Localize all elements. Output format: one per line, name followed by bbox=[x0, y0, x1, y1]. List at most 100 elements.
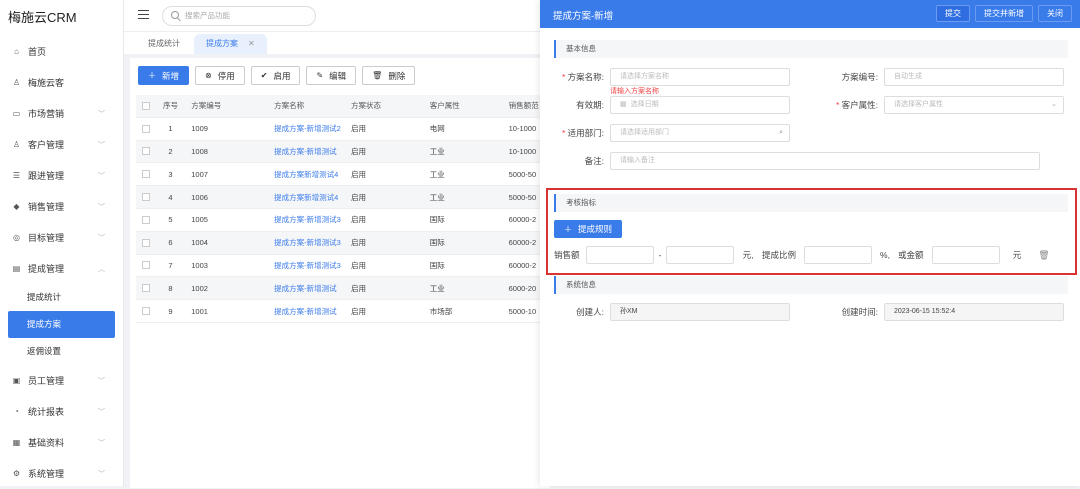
table-cell: 5 bbox=[168, 215, 173, 225]
table-row[interactable]: 7 1003 提成方案-新增测试3 启用 国际 60000-2 bbox=[136, 254, 546, 278]
add-button[interactable]: ＋ 新增 bbox=[138, 66, 190, 85]
column-header: 客户属性 bbox=[429, 101, 460, 111]
row-checkbox[interactable] bbox=[141, 215, 150, 224]
table-cell: 1 bbox=[168, 124, 173, 134]
chevron-down-icon: ﹀ bbox=[98, 235, 105, 242]
remark-input[interactable]: 请输入备注 bbox=[610, 152, 1040, 170]
select-all-checkbox[interactable] bbox=[141, 101, 150, 110]
tab-label: 提成方案 bbox=[206, 39, 238, 48]
tab-commission-stats[interactable]: 提成统计 bbox=[136, 34, 192, 54]
sidebar-item-top5[interactable]: ◆ 销售管理 ﹀ bbox=[0, 191, 123, 222]
row-checkbox[interactable] bbox=[141, 307, 150, 316]
table-cell: 国际 bbox=[429, 215, 445, 225]
table-row[interactable]: 5 1005 提成方案-新增测试3 启用 国际 60000-2 bbox=[136, 208, 546, 232]
customer-attr-select[interactable]: 请选择客户属性 ⌄ bbox=[884, 96, 1064, 114]
tab-commission-plans[interactable]: 提成方案 ✕ bbox=[194, 34, 267, 54]
plan-name-link[interactable]: 提成方案-新增测试 bbox=[266, 283, 347, 294]
enable-label: 启用 bbox=[273, 70, 291, 81]
table-cell: 市场部 bbox=[429, 306, 453, 316]
row-checkbox[interactable] bbox=[141, 147, 150, 156]
dept-placeholder: 请选择适用部门 bbox=[620, 129, 669, 136]
table-cell: 启用 bbox=[350, 260, 366, 270]
plan-name-link[interactable]: 提成方案-新增测试 bbox=[266, 146, 347, 157]
plans-table: 序号 方案编号 方案名称 方案状态 客户属性 销售额范 1 1009 提成方案-新增… bbox=[136, 95, 546, 323]
row-checkbox[interactable] bbox=[141, 284, 150, 293]
sidebar-item-top4[interactable]: ☰ 跟进管理 ﹀ bbox=[0, 160, 123, 191]
chevron-down-icon: ﹀ bbox=[98, 378, 105, 385]
table-cell: 1001 bbox=[191, 306, 208, 316]
sidebar-subitem-stats[interactable]: 提成统计 bbox=[0, 284, 123, 311]
sidebar: 梅施云CRM ⌂ 首页 ♙ 梅施云客 ▭ 市场营销 ﹀ ♙ 客户管理 ﹀ ☰ 跟进管理 ﹀ ◆ 销售管理 ﹀ ◎… bbox=[0, 0, 124, 486]
plan-name-link[interactable]: 提成方案-新增测试 bbox=[266, 306, 347, 317]
data-icon: ▦ bbox=[12, 438, 21, 447]
table-cell: 工业 bbox=[429, 192, 445, 202]
plan-name-link[interactable]: 提成方案-新增测试3 bbox=[266, 237, 347, 248]
chevron-down-icon: ﹀ bbox=[98, 471, 105, 478]
report-icon: ◔ bbox=[14, 407, 19, 416]
sidebar-item-label: 提成管理 bbox=[28, 264, 65, 274]
close-tab-icon[interactable]: ✕ bbox=[248, 39, 255, 48]
table-row[interactable]: 8 1002 提成方案-新增测试 启用 工业 6000-20 bbox=[136, 277, 546, 301]
table-row[interactable]: 6 1004 提成方案-新增测试3 启用 国际 60000-2 bbox=[136, 231, 546, 255]
submit-and-new-button[interactable]: 提交并新增 bbox=[975, 5, 1033, 22]
search-input[interactable]: 搜索产品功能 bbox=[162, 6, 316, 26]
sidebar-item-label: 基础资料 bbox=[28, 438, 65, 448]
plan-name-link[interactable]: 提成方案新增测试4 bbox=[266, 169, 347, 180]
row-checkbox[interactable] bbox=[141, 261, 150, 270]
plan-name-link[interactable]: 提成方案-新增测试3 bbox=[266, 214, 347, 225]
table-cell: 启用 bbox=[350, 306, 366, 316]
close-button[interactable]: 关闭 bbox=[1038, 5, 1072, 22]
enable-button[interactable]: ✔ 启用 bbox=[250, 66, 301, 85]
sidebar-item-top7[interactable]: ▤ 提成管理 ︿ bbox=[0, 253, 123, 284]
table-header-row: 序号 方案编号 方案名称 方案状态 客户属性 销售额范 bbox=[136, 95, 546, 118]
dept-input[interactable]: 请选择适用部门 ⌕ bbox=[610, 124, 790, 142]
sidebar-item-more3[interactable]: ⚙ 系统管理 ﹀ bbox=[0, 458, 123, 489]
table-row[interactable]: 4 1006 提成方案新增测试4 启用 工业 5000-50 bbox=[136, 186, 546, 209]
table-row[interactable]: 3 1007 提成方案新增测试4 启用 工业 5000-50 bbox=[136, 163, 546, 187]
valid-date-input[interactable]: ▦ 选择日期 bbox=[610, 96, 790, 114]
created-time-label: 创建时间: bbox=[841, 307, 878, 317]
table-row[interactable]: 9 1001 提成方案-新增测试 启用 市场部 5000-10 bbox=[136, 300, 546, 323]
plan-code-input[interactable]: 自动生成 bbox=[884, 68, 1064, 86]
sidebar-subitem-rebate[interactable]: 返佣设置 bbox=[0, 338, 123, 365]
sidebar-item-top3[interactable]: ♙ 客户管理 ﹀ bbox=[0, 129, 123, 160]
system-info-section: 系统信息 bbox=[554, 276, 1068, 294]
row-checkbox[interactable] bbox=[141, 170, 150, 179]
disable-button[interactable]: ⊗ 停用 bbox=[195, 66, 245, 85]
column-header: 方案名称 bbox=[274, 101, 305, 111]
sidebar-item-label: 销售管理 bbox=[28, 202, 65, 212]
table-cell: 8 bbox=[168, 283, 173, 293]
sidebar-item-more2[interactable]: ▦ 基础资料 ﹀ bbox=[0, 427, 123, 458]
plan-name-link[interactable]: 提成方案-新增测试2 bbox=[266, 123, 347, 134]
edit-button[interactable]: ✎ 编辑 bbox=[306, 66, 357, 85]
trash-icon: 🗑 bbox=[372, 71, 383, 80]
row-checkbox[interactable] bbox=[141, 193, 150, 202]
sidebar-item-more0[interactable]: ▣ 员工管理 ﹀ bbox=[0, 365, 123, 396]
sidebar-item-top1[interactable]: ♙ 梅施云客 bbox=[0, 67, 123, 98]
table-cell: 启用 bbox=[350, 146, 366, 156]
sidebar-subitem-plans[interactable]: 提成方案 bbox=[8, 311, 115, 338]
sidebar-item-top6[interactable]: ◎ 目标管理 ﹀ bbox=[0, 222, 123, 253]
plan-name-link[interactable]: 提成方案-新增测试3 bbox=[266, 260, 347, 271]
basic-info-section: 基本信息 bbox=[554, 40, 1068, 58]
chevron-down-icon: ﹀ bbox=[98, 409, 105, 416]
table-row[interactable]: 1 1009 提成方案-新增测试2 启用 电网 10-1000 bbox=[136, 117, 546, 141]
row-checkbox[interactable] bbox=[141, 124, 150, 133]
delete-button[interactable]: 🗑 删除 bbox=[362, 66, 416, 85]
sidebar-item-top0[interactable]: ⌂ 首页 bbox=[0, 36, 123, 67]
plan-name-input[interactable]: 请选择方案名称 bbox=[610, 68, 790, 86]
sidebar-item-more1[interactable]: ◔ 统计报表 ﹀ bbox=[0, 396, 123, 427]
sidebar-item-label: 员工管理 bbox=[28, 376, 65, 386]
submit-button[interactable]: 提交 bbox=[936, 5, 970, 22]
sidebar-item-top2[interactable]: ▭ 市场营销 ﹀ bbox=[0, 98, 123, 129]
table-row[interactable]: 2 1008 提成方案-新增测试 启用 工业 10-1000 bbox=[136, 140, 546, 164]
sidebar-item-label: 目标管理 bbox=[28, 233, 65, 243]
plan-name-link[interactable]: 提成方案新增测试4 bbox=[266, 192, 347, 203]
commission-icon: ▤ bbox=[12, 264, 21, 273]
plan-name-label: * 方案名称: bbox=[561, 72, 604, 82]
plus-icon: ＋ bbox=[148, 71, 156, 80]
chevron-down-icon: ﹀ bbox=[98, 204, 105, 211]
table-cell: 2 bbox=[168, 146, 173, 156]
row-checkbox[interactable] bbox=[141, 238, 150, 247]
menu-toggle-icon[interactable] bbox=[138, 10, 149, 19]
